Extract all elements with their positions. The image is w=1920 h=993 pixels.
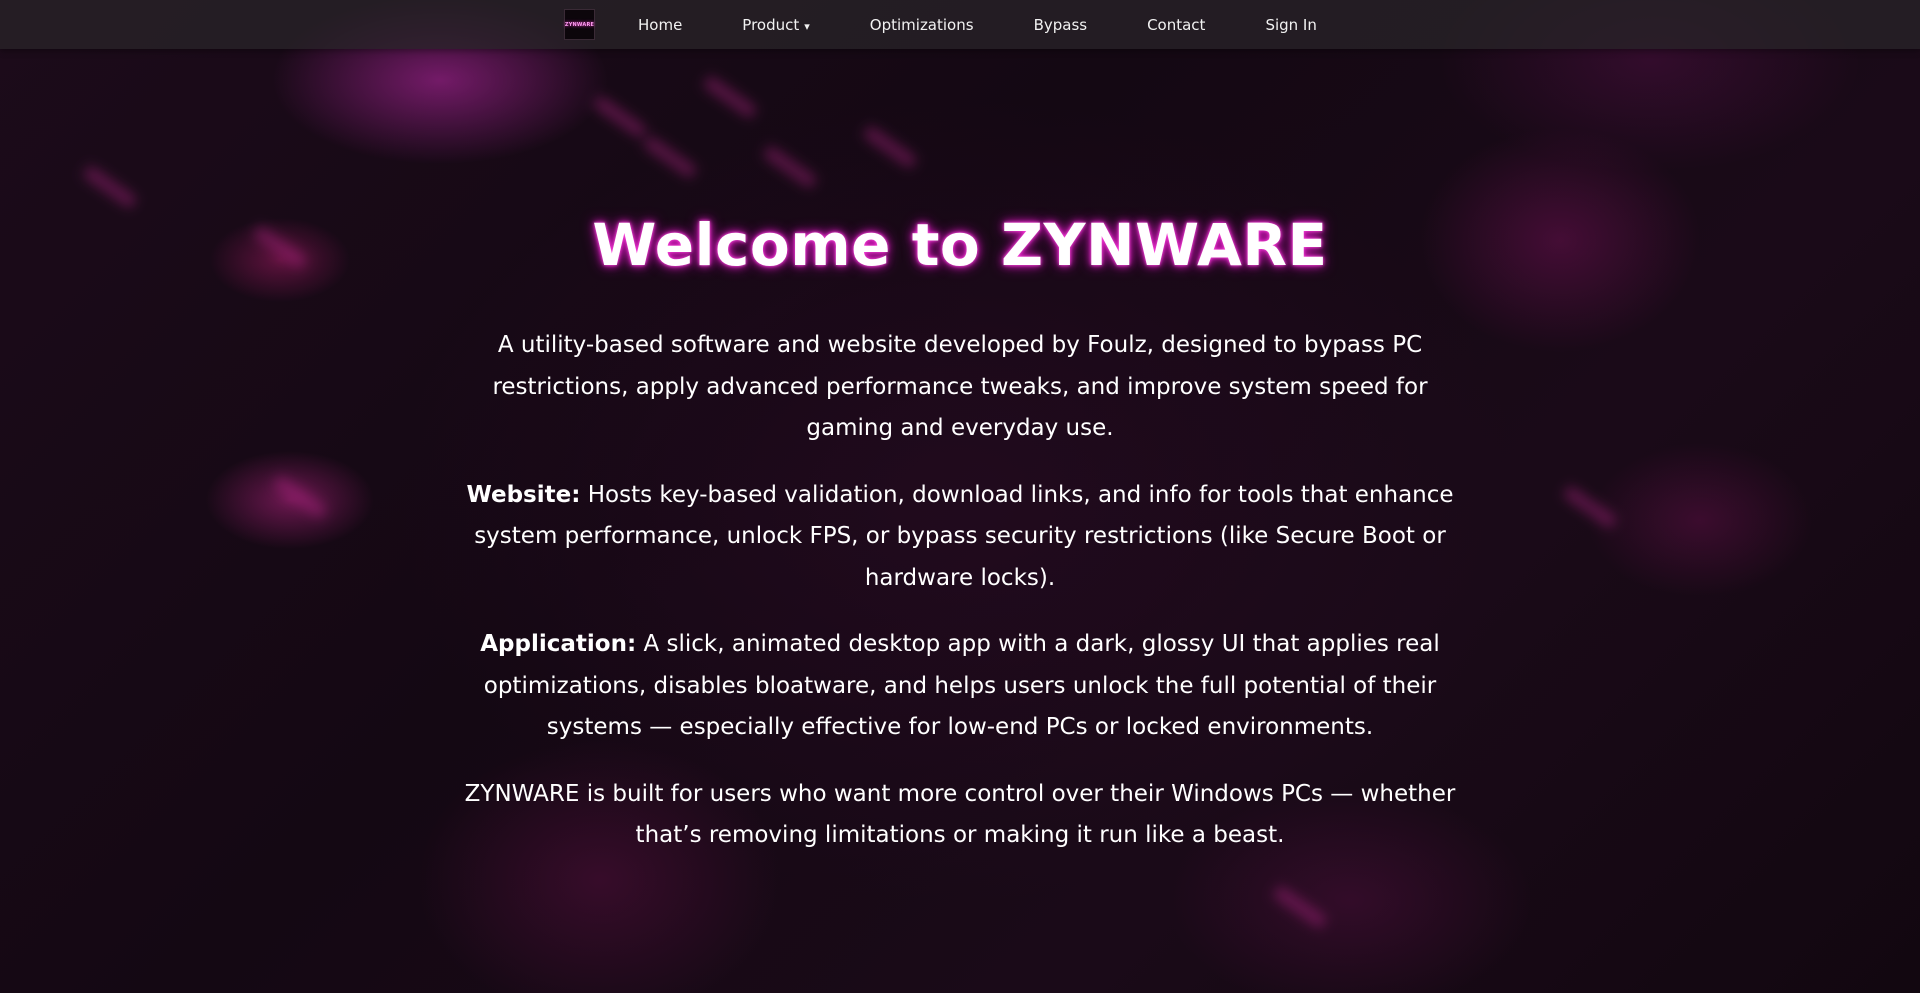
background-streak <box>701 74 759 120</box>
nav-bypass-link[interactable]: Bypass <box>1034 16 1088 34</box>
website-label: Website: <box>466 481 581 508</box>
website-text: Hosts key-based validation, download lin… <box>474 481 1454 591</box>
nav-product-dropdown[interactable]: Product ▾ <box>742 16 809 34</box>
background-streak <box>271 474 329 520</box>
background-streak <box>761 144 819 190</box>
application-description: Application: A slick, animated desktop a… <box>460 624 1460 749</box>
chevron-down-icon: ▾ <box>804 19 810 33</box>
background-streak <box>861 124 919 170</box>
background-streak <box>641 134 699 180</box>
background-streak <box>1271 884 1329 930</box>
background-streak <box>591 94 649 140</box>
application-label: Application: <box>480 631 637 657</box>
background-streak <box>81 164 139 210</box>
nav-optimizations-link[interactable]: Optimizations <box>870 16 974 34</box>
nav-inner: ZYNWARE Home Product ▾ Optimizations Bypa… <box>564 8 1317 41</box>
navbar: ZYNWARE Home Product ▾ Optimizations Bypa… <box>0 0 1920 49</box>
nav-contact-link[interactable]: Contact <box>1147 16 1205 34</box>
nav-home-link[interactable]: Home <box>638 16 682 34</box>
background-streak <box>1561 484 1619 530</box>
website-description: Website: Hosts key-based validation, dow… <box>460 475 1460 600</box>
logo-text: ZYNWARE <box>564 21 595 28</box>
nav-sign-in-link[interactable]: Sign In <box>1265 16 1316 34</box>
background-streak <box>251 224 309 270</box>
nav-product-label: Product <box>742 15 800 34</box>
hero-section: Welcome to ZYNWARE A utility-based softw… <box>460 210 1460 882</box>
logo[interactable]: ZYNWARE <box>564 9 595 40</box>
closing-text: ZYNWARE is built for users who want more… <box>464 780 1456 849</box>
hero-intro: A utility-based software and website dev… <box>492 332 1428 441</box>
hero-title: Welcome to ZYNWARE <box>592 211 1328 279</box>
